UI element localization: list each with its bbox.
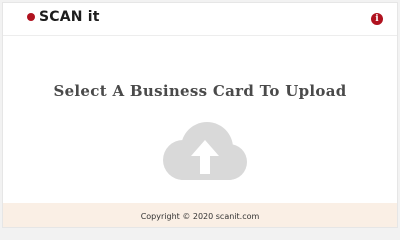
copyright-text: Copyright © 2020 scanit.com xyxy=(140,212,260,221)
app-frame: SCAN it i Select A Business Card To Uplo… xyxy=(2,2,398,228)
header-bar: SCAN it i xyxy=(3,3,397,36)
info-icon[interactable]: i xyxy=(371,13,383,25)
cloud-upload-icon[interactable] xyxy=(153,116,253,186)
brand-logo[interactable]: SCAN it xyxy=(27,9,100,25)
upload-prompt: Select A Business Card To Upload xyxy=(53,82,347,100)
brand-dot-icon xyxy=(27,13,35,21)
upload-dropzone[interactable]: Select A Business Card To Upload xyxy=(3,36,397,208)
brand-name: SCAN it xyxy=(39,9,100,25)
footer: Copyright © 2020 scanit.com xyxy=(3,203,397,227)
